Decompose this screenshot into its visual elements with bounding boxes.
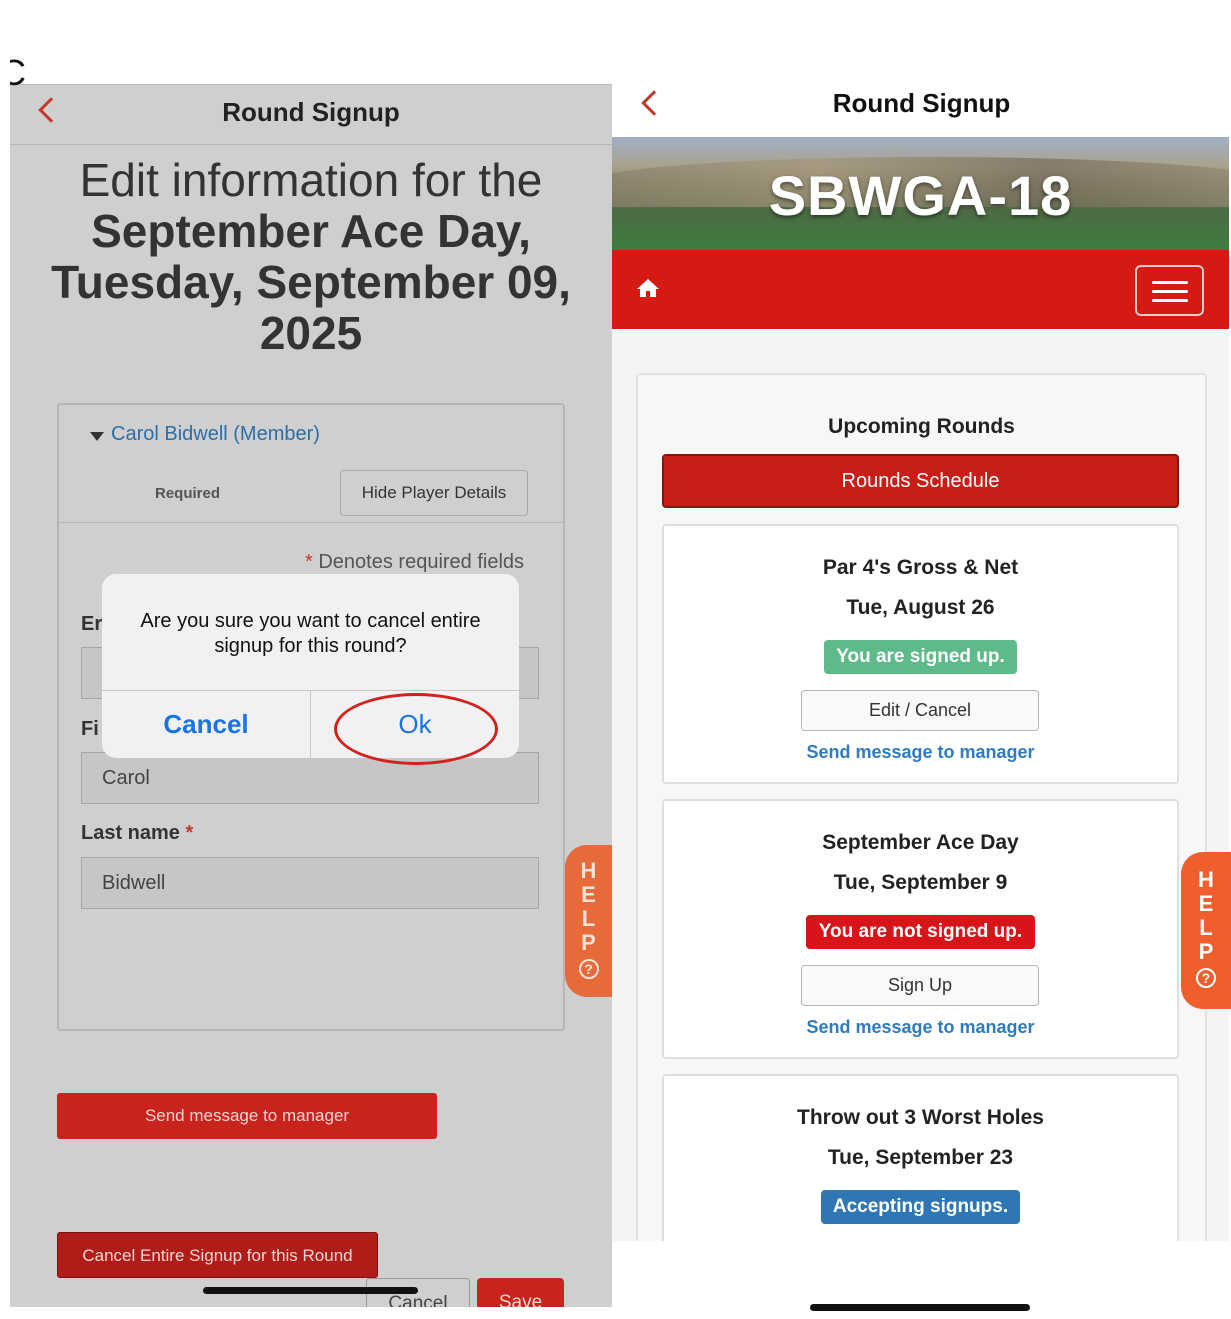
cancel-entire-signup-button[interactable]: Cancel Entire Signup for this Round [57,1232,378,1278]
round-card: September Ace Day Tue, September 9 You a… [662,799,1179,1059]
help-letter: E [1198,891,1214,916]
help-letter: H [580,858,597,883]
page-title: Round Signup [832,88,1011,118]
help-letter: P [1198,939,1214,964]
required-star: * [305,551,313,573]
help-tab[interactable]: H E L P ? [1181,852,1231,1009]
menu-bar [612,250,1229,329]
dialog-message: Are you sure you want to cancel entire s… [140,610,481,657]
help-letter: L [581,906,596,931]
home-indicator [810,1304,1030,1311]
heading-intro: Edit information for the [79,154,543,206]
round-name: Par 4's Gross & Net [822,556,1019,579]
course-banner: SBWGA-18 [612,137,1229,250]
home-indicator [203,1287,418,1294]
required-note: * Denotes required fields [305,551,524,574]
help-tab[interactable]: H E L P ? [565,845,612,997]
last-name-label: Last name * [81,822,193,845]
upcoming-rounds-card: Upcoming Rounds Rounds Schedule Par 4's … [636,373,1207,1319]
send-message-link[interactable]: Send message to manager [664,742,1177,763]
required-label: Required [155,485,221,502]
edit-heading: Edit information for the September Ace D… [30,155,592,359]
hamburger-menu-icon[interactable] [1135,265,1204,316]
heading-event: September Ace Day, Tuesday, September 09… [51,205,571,359]
status-badge: You are signed up. [824,640,1017,674]
player-name-link[interactable]: Carol Bidwell (Member) [111,423,320,446]
help-letter: H [1198,867,1214,892]
status-badge: You are not signed up. [806,915,1035,949]
question-circle-icon: ? [1196,968,1216,988]
help-letter: E [581,882,596,907]
first-name-field[interactable]: Carol [81,752,539,804]
round-name: September Ace Day [822,831,1019,854]
page-title: Round Signup [222,97,400,127]
round-date: Tue, September 23 [827,1146,1014,1169]
help-letter: L [1199,915,1213,940]
round-name: Throw out 3 Worst Holes [797,1106,1044,1129]
first-name-label: Fi [81,718,99,740]
caret-down-icon[interactable] [90,432,104,441]
round-date: Tue, August 26 [846,596,995,619]
status-badge: Accepting signups. [821,1190,1020,1224]
question-circle-icon: ? [578,959,599,979]
right-screen: Round Signup SBWGA-18 Upcoming Rounds Ro… [612,0,1231,1319]
dialog-cancel-button[interactable]: Cancel [102,690,310,758]
last-name-label-text: Last name [81,822,180,844]
highlight-circle [334,693,498,765]
status-area [10,5,612,85]
banner-title: SBWGA-18 [768,164,1073,227]
required-star: * [185,822,194,844]
nav-bar: Round Signup [612,74,1231,136]
rounds-schedule-button[interactable]: Rounds Schedule [662,454,1179,508]
hide-player-details-button[interactable]: Hide Player Details [340,470,528,516]
send-message-button[interactable]: Send message to manager [57,1093,437,1139]
edit-cancel-button[interactable]: Edit / Cancel [801,690,1039,731]
help-letter: P [581,930,596,955]
round-card: Par 4's Gross & Net Tue, August 26 You a… [662,524,1179,784]
upcoming-rounds-title: Upcoming Rounds [828,415,1015,438]
player-panel-header: Carol Bidwell (Member) Required Hide Pla… [59,405,563,523]
email-label: Er [81,613,103,635]
sign-up-button[interactable]: Sign Up [801,965,1039,1006]
last-name-field[interactable]: Bidwell [81,857,539,909]
save-button[interactable]: Save [477,1278,564,1307]
round-date: Tue, September 9 [833,871,1008,894]
nav-bar: Round Signup [10,85,612,145]
home-icon[interactable] [636,278,660,298]
send-message-link[interactable]: Send message to manager [664,1017,1177,1038]
required-note-text: Denotes required fields [318,551,525,573]
